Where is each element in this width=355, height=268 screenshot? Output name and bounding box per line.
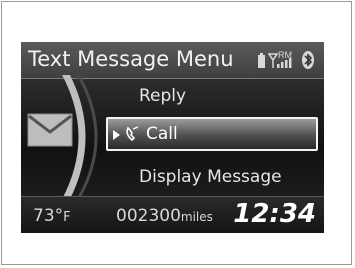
signal-strength-icon: RM bbox=[267, 50, 292, 68]
roaming-label: RM bbox=[278, 50, 292, 60]
menu-item-call[interactable]: Call bbox=[106, 117, 318, 151]
menu-area: Reply Call Display Message bbox=[21, 75, 324, 199]
outside-temperature: 73°F bbox=[33, 206, 71, 226]
phone-icon bbox=[126, 126, 139, 142]
menu-item-label: Call bbox=[146, 124, 178, 144]
odometer: 002300miles bbox=[116, 206, 213, 226]
clock: 12:34 bbox=[233, 199, 316, 229]
selection-arrow-icon bbox=[113, 130, 120, 140]
menu-item-display-message[interactable]: Display Message bbox=[139, 162, 282, 192]
info-bar: 73°F 002300miles 12:34 bbox=[21, 196, 324, 233]
screen-header: Text Message Menu RM bbox=[21, 42, 324, 79]
page-title: Text Message Menu bbox=[28, 47, 234, 71]
display-screen: Text Message Menu RM Reply Call Display … bbox=[21, 42, 324, 233]
outer-frame: Text Message Menu RM Reply Call Display … bbox=[1, 1, 352, 265]
bluetooth-icon bbox=[302, 51, 314, 69]
menu-item-reply[interactable]: Reply bbox=[139, 81, 186, 111]
battery-icon bbox=[258, 53, 265, 68]
status-icons: RM bbox=[258, 50, 314, 69]
